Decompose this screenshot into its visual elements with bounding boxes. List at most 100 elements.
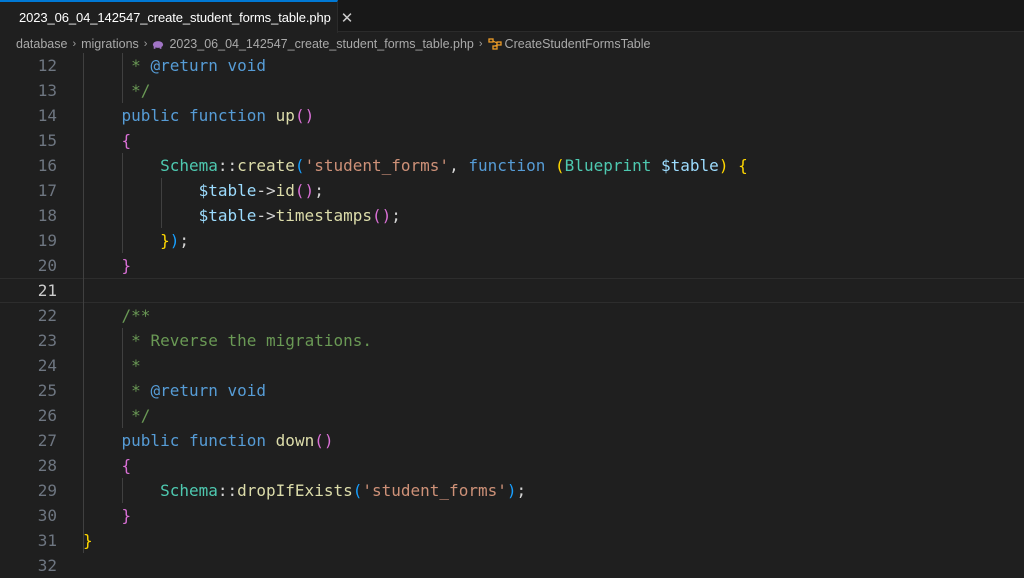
code-line[interactable]: 23 * Reverse the migrations. xyxy=(0,328,1024,353)
code-token: void xyxy=(227,56,267,75)
code-token: () xyxy=(294,181,315,200)
code-token: function xyxy=(188,431,267,450)
breadcrumb-item-file[interactable]: 2023_06_04_142547_create_student_forms_t… xyxy=(169,37,473,51)
code-token: ; xyxy=(391,206,401,225)
line-number: 32 xyxy=(37,556,57,575)
code-token: ; xyxy=(314,181,324,200)
line-number: 16 xyxy=(37,156,57,175)
line-number: 26 xyxy=(37,406,57,425)
code-token: id xyxy=(275,181,295,200)
code-line[interactable]: 21 xyxy=(0,278,1024,303)
indent-guide xyxy=(122,53,124,103)
code-text: { xyxy=(83,453,132,478)
code-text: * @return void xyxy=(83,378,266,403)
code-line[interactable]: 26 */ xyxy=(0,403,1024,428)
code-line[interactable]: 24 * xyxy=(0,353,1024,378)
code-token: () xyxy=(294,106,315,125)
code-token: } xyxy=(160,231,170,250)
code-line[interactable]: 15 { xyxy=(0,128,1024,153)
code-token: ) xyxy=(506,481,517,500)
code-token: () xyxy=(371,206,392,225)
code-token: 'student_forms' xyxy=(362,481,507,500)
breadcrumb-item-class[interactable]: CreateStudentFormsTable xyxy=(505,37,651,51)
code-token: -> xyxy=(256,206,276,225)
code-token: Schema xyxy=(160,481,218,500)
code-line[interactable]: 14 public function up() xyxy=(0,103,1024,128)
breadcrumb-item-database[interactable]: database xyxy=(16,37,67,51)
line-number: 23 xyxy=(37,331,57,350)
code-token: * xyxy=(131,381,151,400)
code-token: } xyxy=(121,256,132,275)
code-token: @return xyxy=(150,381,218,400)
code-token: :: xyxy=(217,156,238,175)
code-line[interactable]: 28 { xyxy=(0,453,1024,478)
code-line[interactable]: 18 $table->timestamps(); xyxy=(0,203,1024,228)
code-token: public xyxy=(121,106,180,125)
code-text: /** xyxy=(83,303,151,328)
code-token: } xyxy=(83,531,93,550)
tab-bar: 2023_06_04_142547_create_student_forms_t… xyxy=(0,0,1024,33)
code-token: up xyxy=(275,106,295,125)
code-line[interactable]: 25 * @return void xyxy=(0,378,1024,403)
code-token: @return xyxy=(150,56,218,75)
code-line[interactable]: 32 xyxy=(0,553,1024,578)
code-token: function xyxy=(188,106,267,125)
code-text: * xyxy=(83,353,141,378)
code-token: */ xyxy=(131,81,151,100)
line-number: 25 xyxy=(37,381,57,400)
code-line[interactable]: 20 } xyxy=(0,253,1024,278)
code-line[interactable]: 17 $table->id(); xyxy=(0,178,1024,203)
code-token: 'student_forms' xyxy=(304,156,450,175)
code-line[interactable]: 13 */ xyxy=(0,78,1024,103)
code-line[interactable]: 27 public function down() xyxy=(0,428,1024,453)
code-text: * Reverse the migrations. xyxy=(83,328,372,353)
code-token: void xyxy=(227,381,267,400)
code-text: Schema::create('student_forms', function… xyxy=(83,153,748,178)
close-tab-icon[interactable]: ✕ xyxy=(341,9,354,27)
php-elephant-icon xyxy=(153,40,164,49)
code-token: -> xyxy=(256,181,276,200)
indent-guide xyxy=(161,178,163,228)
code-token: * Reverse the migrations. xyxy=(131,331,372,350)
line-number: 20 xyxy=(37,256,57,275)
line-number: 13 xyxy=(37,81,57,100)
code-token: ( xyxy=(555,156,565,175)
code-token: */ xyxy=(131,406,151,425)
code-line[interactable]: 31} xyxy=(0,528,1024,553)
code-token: ) xyxy=(169,231,180,250)
code-line[interactable]: 19 }); xyxy=(0,228,1024,253)
code-editor[interactable]: 12 * @return void 13 */14 public function… xyxy=(0,53,1024,575)
code-line[interactable]: 12 * @return void xyxy=(0,53,1024,78)
code-token: * xyxy=(131,56,151,75)
code-token: ; xyxy=(179,231,189,250)
code-line[interactable]: 22 /** xyxy=(0,303,1024,328)
code-token: dropIfExists xyxy=(237,481,353,500)
code-line[interactable]: 29 Schema::dropIfExists('student_forms')… xyxy=(0,478,1024,503)
tab-active-file[interactable]: 2023_06_04_142547_create_student_forms_t… xyxy=(0,0,353,33)
code-text: public function up() xyxy=(83,103,315,128)
code-token: $table xyxy=(661,156,719,175)
code-token: :: xyxy=(217,481,238,500)
breadcrumb-item-migrations[interactable]: migrations xyxy=(81,37,139,51)
code-line[interactable]: 16 Schema::create('student_forms', funct… xyxy=(0,153,1024,178)
tab-filename: 2023_06_04_142547_create_student_forms_t… xyxy=(19,10,331,25)
code-token: timestamps xyxy=(275,206,372,225)
line-number: 19 xyxy=(37,231,57,250)
chevron-right-icon: › xyxy=(478,38,483,50)
code-text: } xyxy=(83,503,132,528)
code-line[interactable]: 30 } xyxy=(0,503,1024,528)
line-number: 14 xyxy=(37,106,57,125)
code-text: $table->timestamps(); xyxy=(83,203,401,228)
code-token: public xyxy=(121,431,180,450)
